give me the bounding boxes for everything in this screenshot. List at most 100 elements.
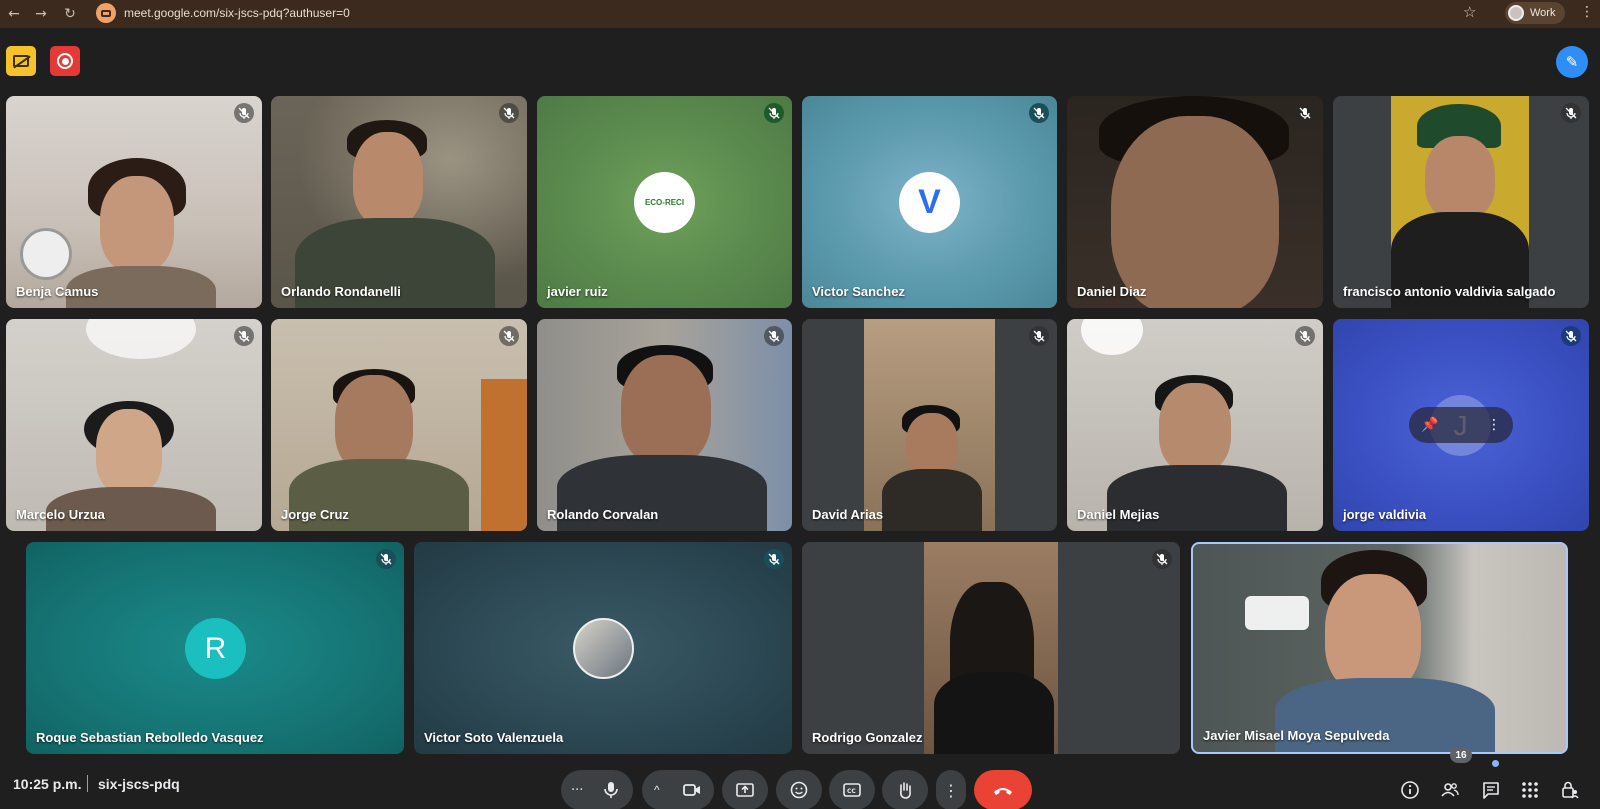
raise-hand-icon	[900, 782, 911, 799]
mic-off-icon	[234, 326, 254, 346]
mic-off-icon	[1561, 326, 1581, 346]
participant-tile[interactable]: R Roque Sebastian Rebolledo Vasquez	[26, 542, 404, 754]
present-screen-icon	[736, 783, 754, 797]
raise-hand-button[interactable]	[882, 770, 928, 809]
participant-name: Marcelo Urzua	[16, 507, 105, 522]
participant-avatar: R	[185, 618, 246, 679]
url-text: meet.google.com/six-jscs-pdq?authuser=0	[124, 6, 350, 20]
forward-arrow-icon[interactable]: →	[27, 2, 55, 26]
wall-lights	[1245, 596, 1309, 630]
divider	[87, 775, 88, 792]
mic-off-icon	[1029, 326, 1049, 346]
participant-tile-active-speaker[interactable]: Javier Misael Moya Sepulveda	[1191, 542, 1568, 754]
participant-count-badge: 16	[1450, 747, 1472, 763]
participant-tile[interactable]: francisco antonio valdivia salgado	[1333, 96, 1589, 308]
meeting-details-button[interactable]	[1392, 772, 1428, 808]
profile-button[interactable]: Work	[1505, 2, 1565, 24]
mic-off-icon	[764, 326, 784, 346]
mic-off-icon	[1295, 326, 1315, 346]
participant-avatar: ECO-RECI	[634, 172, 695, 233]
info-icon	[1401, 781, 1419, 799]
chat-icon	[1483, 782, 1499, 799]
participant-avatar	[573, 618, 634, 679]
mic-off-icon	[376, 549, 396, 569]
participant-tile[interactable]: Rolando Corvalan	[537, 319, 792, 531]
mic-off-icon	[1029, 103, 1049, 123]
participant-name: Benja Camus	[16, 284, 99, 299]
recording-indicator-icon[interactable]	[50, 46, 80, 76]
people-button[interactable]	[1432, 772, 1468, 808]
tile-hover-menu: 📌 ⋮	[1409, 407, 1513, 443]
activities-button[interactable]	[1512, 772, 1548, 808]
end-call-icon	[994, 788, 1012, 795]
mic-off-icon	[499, 326, 519, 346]
browser-toolbar: ← → ↻ meet.google.com/six-jscs-pdq?authu…	[0, 0, 1600, 28]
lock-person-icon	[1562, 781, 1579, 799]
captions-button[interactable]: CC	[829, 770, 875, 809]
camera-icon[interactable]	[682, 780, 702, 800]
mic-off-icon	[234, 103, 254, 123]
participant-name: Rodrigo Gonzalez	[812, 730, 923, 745]
meeting-control-bar: 10:25 p.m. six-jscs-pdq ··· ^ CC ⋮ 16	[0, 747, 1600, 809]
video-off-indicator-icon[interactable]	[6, 46, 36, 76]
reactions-button[interactable]	[776, 770, 822, 809]
host-controls-button[interactable]	[1552, 772, 1588, 808]
participant-name: Jorge Cruz	[281, 507, 349, 522]
audio-options-icon[interactable]: ···	[571, 783, 583, 798]
participant-tile[interactable]: Jorge Cruz	[271, 319, 527, 531]
svg-text:CC: CC	[847, 788, 856, 795]
participant-name: Roque Sebastian Rebolledo Vasquez	[36, 730, 264, 745]
participant-tile[interactable]: Marcelo Urzua	[6, 319, 262, 531]
more-options-icon[interactable]: ⋮	[1487, 417, 1501, 433]
participant-name: francisco antonio valdivia salgado	[1343, 284, 1556, 299]
present-screen-button[interactable]	[722, 770, 768, 809]
pen-icon[interactable]: ✎	[1556, 46, 1588, 78]
participant-name: jorge valdivia	[1343, 507, 1427, 522]
participant-tile[interactable]: Benja Camus	[6, 96, 262, 308]
participant-name: Daniel Mejias	[1077, 507, 1160, 522]
participant-tile[interactable]: Rodrigo Gonzalez	[802, 542, 1180, 754]
captions-icon: CC	[843, 783, 861, 797]
mic-off-icon	[1152, 549, 1172, 569]
mic-off-icon	[499, 103, 519, 123]
participant-tile[interactable]: ECO-RECI javier ruiz	[537, 96, 792, 308]
address-bar[interactable]: meet.google.com/six-jscs-pdq?authuser=0	[94, 2, 1389, 24]
bookmark-star-icon[interactable]: ☆	[1463, 3, 1476, 21]
participant-tile[interactable]: J 📌 ⋮ jorge valdivia	[1333, 319, 1589, 531]
mic-off-icon	[764, 103, 784, 123]
participant-name: javier ruiz	[547, 284, 608, 299]
more-vertical-icon: ⋮	[943, 780, 959, 800]
site-info-icon[interactable]	[96, 3, 116, 23]
participant-tile[interactable]: Daniel Mejias	[1067, 319, 1323, 531]
participant-name: Daniel Diaz	[1077, 284, 1147, 299]
pin-icon[interactable]: 📌	[1421, 417, 1438, 433]
profile-label: Work	[1530, 7, 1556, 19]
reload-icon[interactable]: ↻	[56, 2, 84, 26]
more-options-button[interactable]: ⋮	[936, 770, 966, 809]
participant-name: Javier Misael Moya Sepulveda	[1203, 728, 1390, 743]
participant-tile[interactable]: V Victor Sanchez	[802, 96, 1057, 308]
camera-group: ^	[642, 770, 714, 809]
back-arrow-icon[interactable]: ←	[0, 2, 28, 26]
mic-off-icon	[764, 549, 784, 569]
meeting-time: 10:25 p.m.	[13, 776, 82, 792]
people-icon	[1441, 783, 1459, 797]
chevron-up-icon[interactable]: ^	[654, 783, 660, 797]
leave-call-button[interactable]	[974, 770, 1032, 809]
participant-tile[interactable]: Orlando Rondanelli	[271, 96, 527, 308]
participant-tile[interactable]: Daniel Diaz	[1067, 96, 1323, 308]
participant-name: David Arias	[812, 507, 884, 522]
participant-tile[interactable]: David Arias	[802, 319, 1057, 531]
meeting-code: six-jscs-pdq	[98, 776, 180, 792]
participant-avatar: V	[899, 172, 960, 233]
emoji-icon	[790, 781, 808, 799]
wall-clock	[20, 228, 72, 280]
chat-button[interactable]	[1473, 772, 1509, 808]
browser-menu-icon[interactable]: ⋮	[1580, 4, 1594, 20]
participant-tile[interactable]: Victor Soto Valenzuela	[414, 542, 792, 754]
mic-off-icon	[1561, 103, 1581, 123]
participant-name: Victor Sanchez	[812, 284, 905, 299]
microphone-icon[interactable]	[601, 780, 621, 800]
mic-off-icon	[1295, 103, 1315, 123]
profile-avatar	[1508, 5, 1524, 21]
